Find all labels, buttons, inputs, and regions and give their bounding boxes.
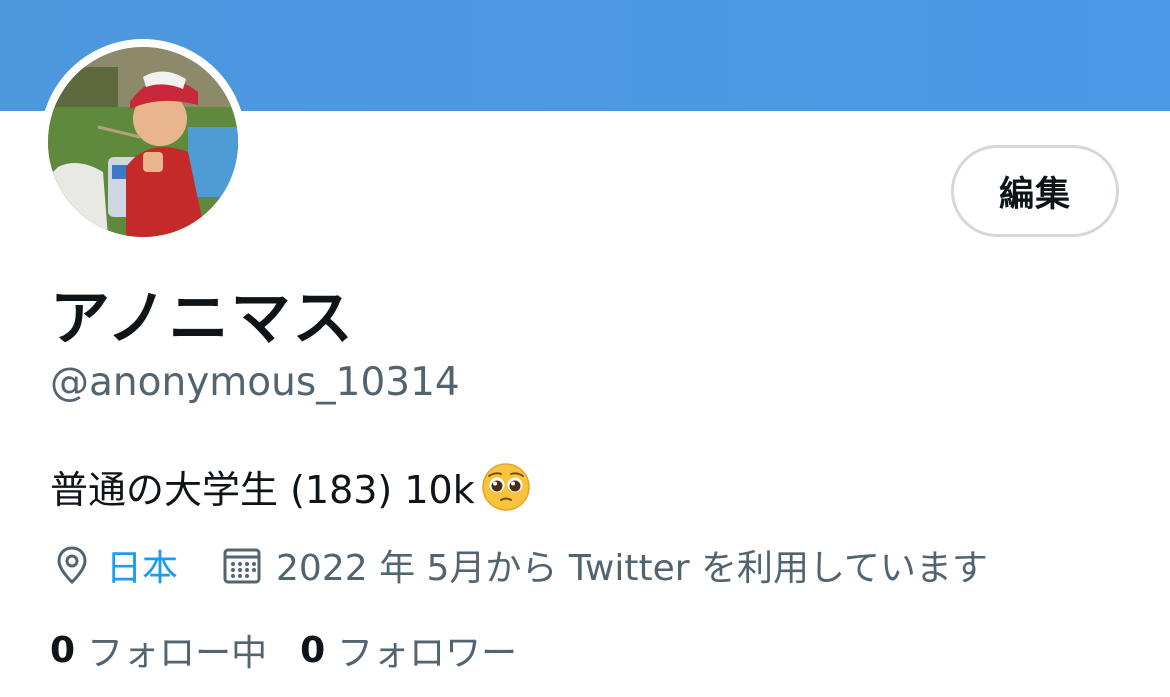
- following-count: 0: [50, 629, 76, 671]
- profile-bio: 普通の大学生 (183) 10k: [50, 459, 531, 514]
- profile-meta: 日本 2022 年 5月から Twitter を利用しています: [50, 539, 988, 591]
- display-name: アノニマス: [50, 284, 355, 354]
- calendar-icon: [220, 543, 264, 587]
- avatar[interactable]: [40, 39, 246, 245]
- following-label: フォロー中: [87, 633, 268, 674]
- edit-profile-button[interactable]: 編集: [951, 145, 1119, 237]
- profile-page: 編集 アノニマス @anonymous_10314 普通の大学生 (183) 1…: [0, 0, 1170, 697]
- avatar-photo: [48, 47, 238, 237]
- following-link[interactable]: 0 フォロー中: [50, 624, 267, 676]
- joined-date: 2022 年 5月から Twitter を利用しています: [276, 548, 988, 589]
- bio-text: 普通の大学生 (183) 10k: [50, 468, 475, 512]
- location-link[interactable]: 日本: [106, 539, 178, 591]
- pleading-face-emoji: [481, 462, 530, 511]
- followers-count: 0: [300, 629, 326, 671]
- followers-label: フォロワー: [337, 633, 518, 674]
- username-handle: @anonymous_10314: [50, 360, 460, 405]
- follow-counts: 0 フォロー中 0 フォロワー: [50, 624, 550, 676]
- location-pin-icon: [50, 543, 94, 587]
- followers-link[interactable]: 0 フォロワー: [300, 624, 517, 676]
